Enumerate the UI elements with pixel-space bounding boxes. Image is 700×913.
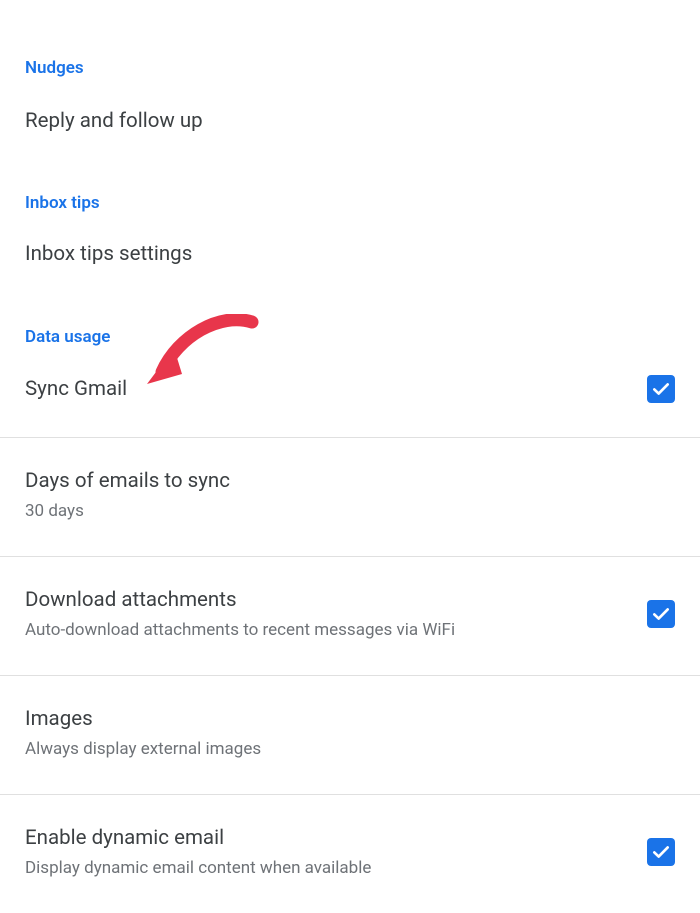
setting-text: Download attachments Auto-download attac… — [25, 587, 455, 641]
setting-subtitle: 30 days — [25, 501, 230, 522]
setting-dynamic-email[interactable]: Enable dynamic email Display dynamic ema… — [0, 795, 700, 913]
setting-text: Inbox tips settings — [25, 241, 192, 268]
setting-text: Sync Gmail — [25, 376, 127, 403]
checkbox-sync-gmail[interactable] — [647, 375, 675, 403]
check-icon — [651, 379, 671, 399]
setting-inbox-tips[interactable]: Inbox tips settings — [0, 213, 700, 286]
setting-subtitle: Display dynamic email content when avail… — [25, 858, 371, 879]
setting-subtitle: Auto-download attachments to recent mess… — [25, 620, 455, 641]
setting-title: Enable dynamic email — [25, 825, 371, 852]
setting-days-to-sync[interactable]: Days of emails to sync 30 days — [0, 438, 700, 556]
checkbox-download-attachments[interactable] — [647, 600, 675, 628]
setting-title: Download attachments — [25, 587, 455, 614]
check-icon — [651, 842, 671, 862]
setting-subtitle: Always display external images — [25, 739, 261, 760]
checkbox-dynamic-email[interactable] — [647, 838, 675, 866]
check-icon — [651, 604, 671, 624]
section-header-nudges: Nudges — [0, 0, 700, 78]
section-header-data-usage: Data usage — [0, 285, 700, 347]
setting-title: Reply and follow up — [25, 108, 203, 135]
setting-title: Inbox tips settings — [25, 241, 192, 268]
setting-text: Images Always display external images — [25, 706, 261, 760]
setting-images[interactable]: Images Always display external images — [0, 676, 700, 794]
setting-text: Days of emails to sync 30 days — [25, 468, 230, 522]
setting-title: Images — [25, 706, 261, 733]
section-header-inbox-tips: Inbox tips — [0, 153, 700, 213]
setting-text: Reply and follow up — [25, 108, 203, 135]
setting-title: Days of emails to sync — [25, 468, 230, 495]
setting-download-attachments[interactable]: Download attachments Auto-download attac… — [0, 557, 700, 675]
setting-text: Enable dynamic email Display dynamic ema… — [25, 825, 371, 879]
setting-title: Sync Gmail — [25, 376, 127, 403]
setting-sync-gmail[interactable]: Sync Gmail — [0, 347, 700, 437]
setting-reply-follow-up[interactable]: Reply and follow up — [0, 78, 700, 153]
